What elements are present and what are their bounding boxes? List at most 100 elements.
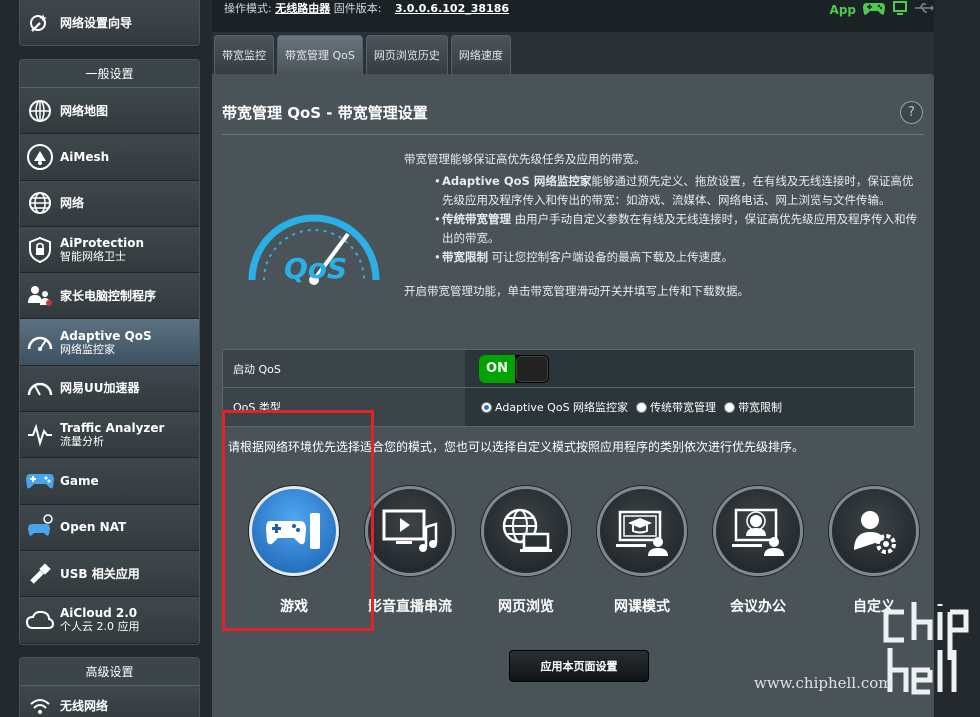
sidebar-item-label: 网络设置向导	[60, 15, 133, 30]
advanced-settings-box: 高级设置 无线网络	[19, 657, 200, 717]
firmware-version-link[interactable]: 3.0.0.6.102_38186	[395, 2, 509, 15]
tab-network-speed[interactable]: 网络速度	[450, 35, 511, 74]
aimesh-icon	[20, 137, 60, 177]
qos-panel: 带宽管理 QoS - 带宽管理设置 ? QoS 带宽管理能够保证高优先级任务及应…	[212, 74, 934, 717]
sidebar-item-label-text: AiCloud 2.0	[60, 606, 138, 621]
sidebar-item-label: Open NAT	[60, 520, 126, 534]
sidebar-item-network-map[interactable]: 网络地图	[20, 88, 199, 135]
toggle-on-label: ON	[479, 354, 515, 383]
general-settings-title: 一般设置	[20, 60, 199, 88]
tab-web-history[interactable]: 网页浏览历史	[365, 35, 448, 74]
sidebar-item-traffic-analyzer[interactable]: Traffic Analyzer 流量分析	[20, 412, 199, 459]
sidebar-item-usb[interactable]: USB 相关应用	[20, 550, 199, 598]
mode-meeting[interactable]: 会议办公	[700, 486, 816, 616]
sidebar-item-label: AiProtection 智能网络卫士	[60, 236, 144, 263]
bullet-text: 由用户手动自定义参数在有线及无线连接时，保证高优先级应用及程序传入和传出的带宽。	[442, 212, 918, 245]
page-title: 带宽管理 QoS - 带宽管理设置	[222, 104, 428, 122]
sidebar-item-label: 家长电脑控制程序	[60, 289, 156, 303]
globe-icon	[20, 183, 60, 223]
radio-bandwidth-limiter[interactable]: 带宽限制	[724, 399, 782, 415]
mode-label: 操作模式:	[224, 2, 272, 15]
sidebar-item-aiprotection[interactable]: AiProtection 智能网络卫士	[20, 226, 199, 274]
highlight-annotation-box	[222, 410, 374, 631]
cloud-icon	[20, 600, 60, 640]
sidebar-item-wireless[interactable]: 无线网络	[20, 686, 199, 717]
radio-adaptive-qos[interactable]: Adaptive QoS 网络监控家	[481, 399, 628, 415]
gamepad-icon	[20, 461, 60, 501]
game-status-icon[interactable]	[862, 0, 886, 19]
sidebar-item-open-nat[interactable]: Open NAT	[20, 504, 199, 551]
toggle-knob	[516, 355, 548, 382]
sidebar-item-label: AiCloud 2.0 个人云 2.0 应用	[60, 606, 140, 633]
sidebar-item-adaptive-qos[interactable]: Adaptive QoS 网络监控家	[20, 319, 199, 366]
sidebar-item-wizard[interactable]: 网络设置向导	[20, 0, 199, 45]
radio-dot[interactable]	[481, 401, 492, 413]
wizard-icon	[20, 3, 60, 43]
custom-gear-icon[interactable]	[829, 486, 919, 576]
right-margin	[934, 0, 980, 717]
radio-dot[interactable]	[724, 401, 736, 413]
sidebar-item-label: AiMesh	[60, 150, 109, 164]
tab-bar: 带宽监控 带宽管理 QoS 网页浏览历史 网络速度	[214, 35, 511, 74]
sidebar-item-label-text: USB 相关应用	[60, 566, 140, 581]
radio-label: Adaptive QoS 网络监控家	[495, 401, 629, 414]
online-class-icon[interactable]	[597, 486, 687, 576]
sidebar-item-sublabel: 个人云 2.0 应用	[60, 620, 140, 634]
sidebar-item-label-text: 家长电脑控制程序	[60, 288, 157, 303]
web-browsing-icon[interactable]	[481, 486, 571, 576]
sidebar-item-network[interactable]: 网络	[20, 180, 199, 227]
advanced-settings-title: 高级设置	[20, 658, 199, 686]
help-icon[interactable]: ?	[900, 101, 923, 124]
mode-online-class[interactable]: 网课模式	[584, 486, 700, 616]
mode-custom[interactable]: 自定义	[816, 486, 932, 616]
radio-label: 传统带宽管理	[650, 401, 717, 414]
table-row: 启动 QoS ON	[223, 350, 914, 388]
sidebar-item-game[interactable]: Game	[20, 458, 199, 505]
qos-description: 带宽管理能够保证高优先级任务及应用的带宽。 Adaptive QoS 网络监控家…	[404, 150, 924, 301]
parental-icon	[20, 276, 60, 316]
radio-label: 带宽限制	[738, 401, 783, 414]
network-status-icon[interactable]	[892, 0, 908, 19]
tab-qos[interactable]: 带宽管理 QoS	[277, 35, 363, 74]
sidebar-item-label-text: 网络地图	[60, 103, 109, 118]
mode-value-link[interactable]: 无线路由器	[275, 2, 330, 15]
sidebar-item-label-text: Adaptive QoS	[60, 328, 152, 343]
operation-mode: 操作模式: 无线路由器 固件版本: 3.0.0.6.102_38186	[224, 0, 509, 16]
mode-label: 自定义	[853, 599, 895, 615]
bullet-traditional: 传统带宽管理 由用户手动自定义参数在有线及无线连接时，保证高优先级应用及程序传入…	[404, 210, 924, 248]
radio-dot[interactable]	[636, 401, 648, 413]
sidebar-item-label: 网络地图	[60, 104, 108, 118]
mode-label: 会议办公	[730, 599, 786, 615]
radio-traditional-qos[interactable]: 传统带宽管理	[636, 399, 716, 415]
status-icons: App	[830, 0, 934, 19]
gauge-icon	[20, 368, 60, 408]
sidebar-item-label: Game	[60, 474, 99, 488]
meeting-icon[interactable]	[713, 486, 803, 576]
enable-note: 开启带宽管理功能，单击带宽管理滑动开关并填写上传和下载数据。	[404, 284, 749, 298]
firmware-label: 固件版本:	[333, 2, 382, 15]
sidebar-item-aimesh[interactable]: AiMesh	[20, 134, 199, 181]
sidebar-item-label: 无线网络	[60, 698, 109, 713]
bullet-limiter: 带宽限制 可让您控制客户端设备的最高下载及上传速度。	[404, 248, 924, 267]
sidebar-item-label-text: 网易UU加速器	[60, 381, 140, 396]
app-label[interactable]: App	[830, 3, 856, 17]
bullet-text: 可让您控制客户端设备的最高下载及上传速度。	[488, 250, 734, 264]
general-settings-box: 一般设置 网络地图 AiMesh 网络 AiProtection 智能网络卫士家长电脑控…	[19, 59, 200, 645]
qos-intro: 带宽管理能够保证高优先级任务及应用的带宽。	[404, 152, 646, 166]
streaming-icon[interactable]	[365, 486, 455, 576]
qos-toggle[interactable]: ON	[479, 354, 549, 383]
sidebar: 网络设置向导 一般设置 网络地图 AiMesh 网络 AiProtection 智能网络…	[0, 0, 212, 717]
sidebar-item-label-text: 网络	[60, 196, 85, 211]
usb-status-icon[interactable]	[914, 2, 934, 17]
qos-logo-text: QoS	[284, 252, 347, 285]
sidebar-item-uu-booster[interactable]: 网易UU加速器	[20, 365, 199, 413]
apply-button[interactable]: 应用本页面设置	[509, 650, 649, 682]
network-map-icon	[20, 91, 60, 131]
sidebar-item-label: USB 相关应用	[60, 567, 140, 581]
sidebar-item-aicloud[interactable]: AiCloud 2.0 个人云 2.0 应用	[20, 597, 199, 644]
sidebar-item-parental-controls[interactable]: 家长电脑控制程序	[20, 273, 199, 320]
mode-web-browsing[interactable]: 网页浏览	[468, 486, 584, 616]
sidebar-item-sublabel: 网络监控家	[60, 342, 115, 356]
tab-bandwidth-monitor[interactable]: 带宽监控	[214, 35, 274, 74]
bullet-bold: 带宽限制	[442, 250, 488, 264]
